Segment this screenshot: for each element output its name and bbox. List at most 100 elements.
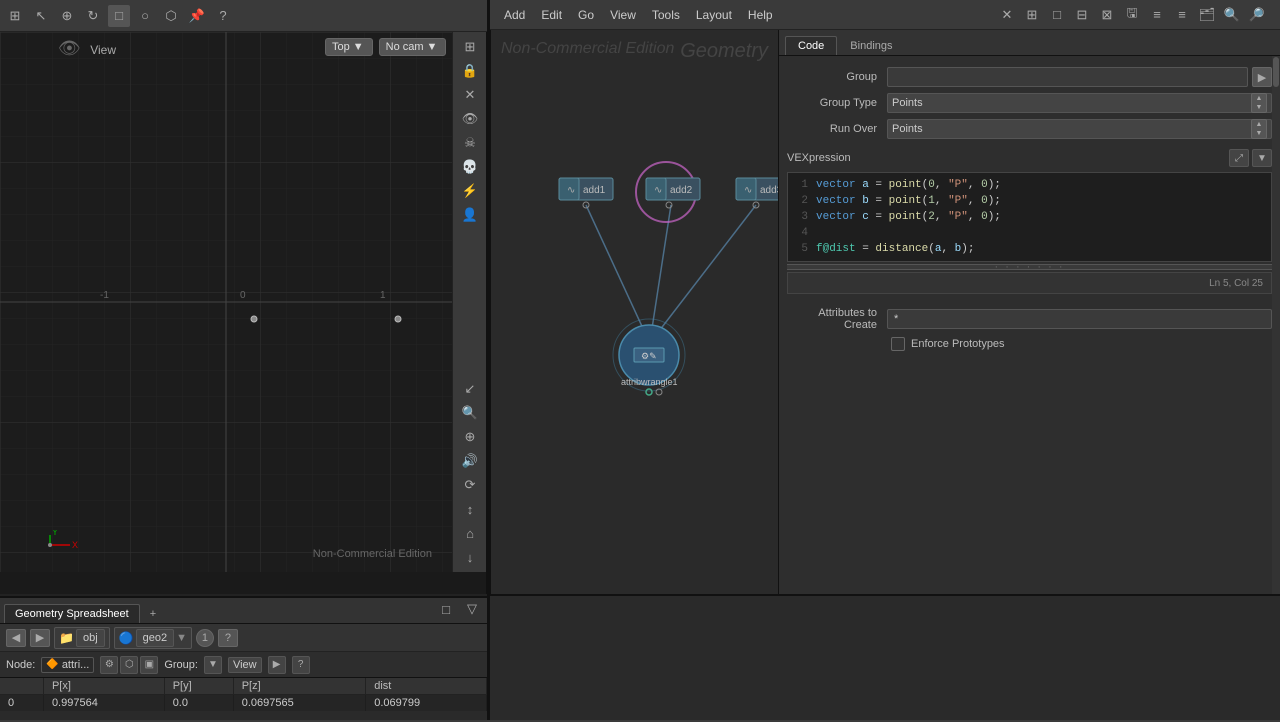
- topbar-icon-8[interactable]: ≡: [1171, 4, 1193, 26]
- menu-view[interactable]: View: [602, 4, 644, 26]
- group-filter-icon[interactable]: ▼: [204, 656, 222, 674]
- properties-scrollbar[interactable]: [1272, 56, 1280, 595]
- right-tool-9[interactable]: ↙: [459, 378, 481, 400]
- properties-tabs: Code Bindings: [779, 30, 1280, 56]
- group-type-spinner[interactable]: ▲ ▼: [1251, 93, 1267, 113]
- attr-create-control: *: [887, 309, 1272, 329]
- right-tool-1[interactable]: ⊞: [459, 36, 481, 58]
- node-network-svg[interactable]: ∿ add1 ∿ add2 ∿ add3 ⚙✎: [491, 30, 779, 595]
- add-tab-button[interactable]: +: [142, 605, 164, 623]
- code-line-1: 1 vector a = point(0, "P", 0);: [792, 177, 1267, 193]
- toolbar-node-icon[interactable]: ⬡: [160, 5, 182, 27]
- nav-back-button[interactable]: ◀: [6, 629, 26, 647]
- topbar-icon-3[interactable]: □: [1046, 4, 1068, 26]
- topbar-icon-6[interactable]: 🖫: [1121, 4, 1143, 26]
- menu-help[interactable]: Help: [740, 4, 781, 26]
- nav-context-dropdown[interactable]: obj: [76, 629, 105, 647]
- scrollbar-thumb[interactable]: [1273, 57, 1279, 87]
- nav-help-button[interactable]: ?: [218, 629, 238, 647]
- nav-number-button[interactable]: 1: [196, 629, 214, 647]
- geometry-spreadsheet-tab[interactable]: Geometry Spreadsheet: [4, 604, 140, 623]
- ss-expand-icon[interactable]: ▽: [461, 598, 483, 620]
- node-network-panel[interactable]: ⊞ Add Edit Go View Tools Layout Help Non…: [490, 0, 779, 595]
- group-arrow-button[interactable]: ▶: [1252, 67, 1272, 87]
- topbar-icon-11[interactable]: 🔎: [1246, 4, 1268, 26]
- vex-resize-handle[interactable]: · · · · · · ·: [787, 264, 1272, 270]
- svg-text:1: 1: [380, 290, 386, 301]
- right-tool-14[interactable]: ↕: [459, 498, 481, 520]
- topbar-icon-7[interactable]: ≡: [1146, 4, 1168, 26]
- topbar-icon-2[interactable]: ⊞: [1021, 4, 1043, 26]
- view-dropdown[interactable]: View: [228, 657, 262, 673]
- toolbar-circle-icon[interactable]: ○: [134, 5, 156, 27]
- tab-bindings[interactable]: Bindings: [837, 36, 905, 55]
- right-tool-8[interactable]: 👤: [459, 204, 481, 226]
- spreadsheet-table: P[x]P[y]P[z]dist 00.9975640.00.06975650.…: [0, 678, 487, 722]
- topbar-icon-1[interactable]: ✕: [996, 4, 1018, 26]
- toolbar-select-icon[interactable]: ↖: [30, 5, 52, 27]
- menu-add[interactable]: Add: [496, 4, 533, 26]
- right-tool-13[interactable]: ⟳: [459, 474, 481, 496]
- right-tool-11[interactable]: ⊕: [459, 426, 481, 448]
- right-tool-7[interactable]: ⚡: [459, 180, 481, 202]
- toolbar-rotate-icon[interactable]: ↻: [82, 5, 104, 27]
- menu-go[interactable]: Go: [570, 4, 602, 26]
- right-tool-5[interactable]: ☠: [459, 132, 481, 154]
- toolbar-grid-icon[interactable]: ⊞: [4, 5, 26, 27]
- vex-dropdown-btn[interactable]: ▼: [1252, 149, 1272, 167]
- vex-section: VEXpression ⤢ ▼ 1 vector a = point(0, "P…: [779, 142, 1280, 298]
- right-tool-4[interactable]: 👁: [459, 108, 481, 130]
- right-tool-16[interactable]: ↓: [459, 546, 481, 568]
- toolbar-help-icon[interactable]: ?: [212, 5, 234, 27]
- menu-tools[interactable]: Tools: [644, 4, 688, 26]
- toolbar-pin-icon[interactable]: 📌: [186, 5, 208, 27]
- nocam-dropdown[interactable]: No cam ▼: [379, 38, 447, 56]
- nav-geo-dropdown[interactable]: geo2: [136, 629, 174, 647]
- attr-create-label: Attributes to Create: [787, 307, 887, 331]
- right-tool-15[interactable]: ⌂: [459, 522, 481, 544]
- play-button[interactable]: ▶: [268, 656, 286, 674]
- right-tool-6[interactable]: 💀: [459, 156, 481, 178]
- group-label: Group:: [164, 659, 198, 671]
- toolbar-box-icon[interactable]: □: [108, 5, 130, 27]
- svg-text:0: 0: [240, 290, 246, 301]
- topbar-icon-9[interactable]: 🗂: [1196, 4, 1218, 26]
- right-tool-3[interactable]: ✕: [459, 84, 481, 106]
- group-input[interactable]: [887, 67, 1248, 87]
- node-add1[interactable]: ∿ add1: [559, 178, 613, 208]
- svg-text:add2: add2: [670, 185, 693, 196]
- right-tool-2[interactable]: 🔒: [459, 60, 481, 82]
- node-icon-2[interactable]: ⬡: [120, 656, 138, 674]
- run-over-control: Points ▲ ▼: [887, 119, 1272, 139]
- attr-create-input[interactable]: *: [887, 309, 1272, 329]
- toolbar-transform-icon[interactable]: ⊕: [56, 5, 78, 27]
- code-editor[interactable]: 1 vector a = point(0, "P", 0); 2 vector …: [787, 172, 1272, 262]
- node-icon-3[interactable]: ▣: [140, 656, 158, 674]
- run-over-spinner[interactable]: ▲ ▼: [1251, 119, 1267, 139]
- vex-label: VEXpression: [787, 152, 851, 164]
- right-tool-10[interactable]: 🔍: [459, 402, 481, 424]
- help-button[interactable]: ?: [292, 656, 310, 674]
- group-type-dropdown[interactable]: Points ▲ ▼: [887, 93, 1272, 113]
- top-dropdown[interactable]: Top ▼: [325, 38, 373, 56]
- nav-forward-button[interactable]: ▶: [30, 629, 50, 647]
- vex-expand-btn[interactable]: ⤢: [1229, 149, 1249, 167]
- tab-code[interactable]: Code: [785, 36, 837, 55]
- svg-text:∿: ∿: [744, 185, 752, 196]
- grid-area[interactable]: -1 0 1 Non-Commercial Edition X Y: [0, 32, 452, 572]
- view-dropdowns: Top ▼ No cam ▼: [325, 38, 446, 56]
- node-add2[interactable]: ∿ add2: [636, 162, 700, 222]
- node-icon-1[interactable]: ⚙: [100, 656, 118, 674]
- topbar-icon-5[interactable]: ⊠: [1096, 4, 1118, 26]
- menu-layout[interactable]: Layout: [688, 4, 740, 26]
- menu-edit[interactable]: Edit: [533, 4, 570, 26]
- run-over-dropdown[interactable]: Points ▲ ▼: [887, 119, 1272, 139]
- ss-minimize-icon[interactable]: □: [435, 598, 457, 620]
- node-add3[interactable]: ∿ add3: [736, 178, 779, 208]
- enforce-proto-checkbox[interactable]: [891, 337, 905, 351]
- topbar-icon-10[interactable]: 🔍: [1221, 4, 1243, 26]
- right-tool-12[interactable]: 🔊: [459, 450, 481, 472]
- node-prefix-label: Node:: [6, 659, 35, 671]
- node-attribwrangle1[interactable]: ⚙✎ attribwrangle1: [613, 319, 685, 395]
- topbar-icon-4[interactable]: ⊟: [1071, 4, 1093, 26]
